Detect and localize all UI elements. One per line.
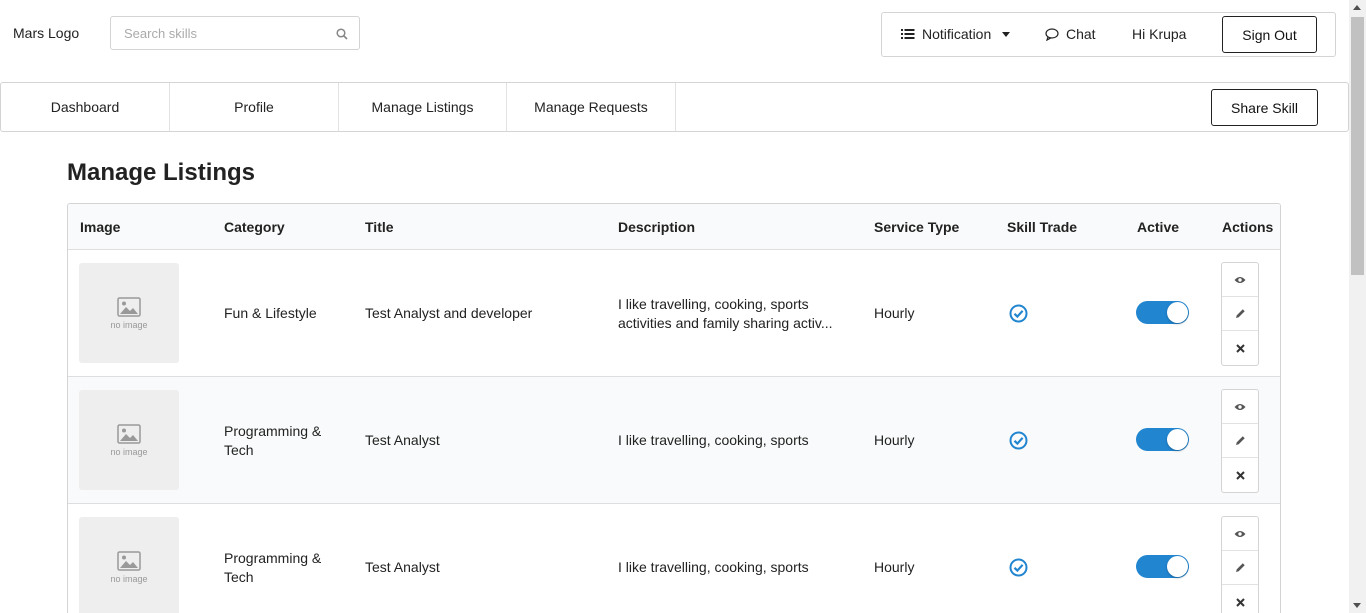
user-greeting[interactable]: Hi Krupa: [1132, 26, 1186, 42]
description-cell: I like travelling, cooking, sports: [618, 432, 809, 448]
service-type-cell: Hourly: [874, 559, 915, 575]
notification-dropdown[interactable]: Notification: [901, 26, 1011, 42]
column-header-description: Description: [618, 219, 696, 235]
category-cell: Programming & Tech: [224, 550, 322, 585]
column-header-category: Category: [224, 219, 285, 235]
eye-icon: [1234, 276, 1246, 283]
close-icon: [1235, 343, 1245, 353]
delete-button[interactable]: [1222, 458, 1258, 492]
top-menu: Notification Chat Hi Krupa Sign Out: [881, 12, 1336, 57]
logo[interactable]: Mars Logo: [13, 25, 79, 41]
share-skill-button[interactable]: Share Skill: [1211, 89, 1318, 126]
scroll-up-arrow[interactable]: [1353, 5, 1361, 10]
active-toggle[interactable]: [1136, 428, 1189, 451]
check-circle-icon: [1009, 304, 1028, 323]
service-type-cell: Hourly: [874, 432, 915, 448]
description-cell: I like travelling, cooking, sports: [618, 559, 809, 575]
listing-image: no image: [79, 517, 179, 613]
tab-manage-requests[interactable]: Manage Requests: [507, 83, 676, 131]
column-header-service-type: Service Type: [874, 219, 960, 235]
column-header-title: Title: [365, 219, 394, 235]
eye-icon: [1234, 403, 1246, 410]
table-row: no image Programming & Tech Test Analyst…: [68, 504, 1280, 613]
column-header-image: Image: [80, 219, 121, 235]
action-buttons: [1221, 389, 1259, 493]
no-image-text: no image: [110, 573, 148, 584]
toggle-knob: [1167, 302, 1188, 323]
edit-button[interactable]: [1222, 297, 1258, 331]
pencil-icon: [1235, 563, 1245, 572]
view-button[interactable]: [1222, 390, 1258, 424]
title-cell: Test Analyst: [365, 559, 440, 575]
page-title: Manage Listings: [67, 159, 256, 186]
column-header-skill-trade: Skill Trade: [1007, 219, 1078, 235]
search-icon[interactable]: [336, 28, 348, 40]
toggle-knob: [1167, 429, 1188, 450]
column-header-active: Active: [1137, 219, 1180, 235]
pencil-icon: [1235, 436, 1245, 445]
pencil-icon: [1235, 309, 1245, 318]
check-circle-icon: [1009, 558, 1028, 577]
column-header-actions: Actions: [1222, 219, 1274, 235]
search-box: [110, 16, 360, 50]
check-circle-icon: [1009, 431, 1028, 450]
action-buttons: [1221, 262, 1259, 366]
active-toggle[interactable]: [1136, 301, 1189, 324]
service-type-cell: Hourly: [874, 305, 915, 321]
close-icon: [1235, 597, 1245, 607]
image-icon: [117, 296, 141, 317]
caret-down-icon: [1002, 31, 1011, 37]
table-header: Image Category Title Description Service…: [68, 204, 1280, 250]
edit-button[interactable]: [1222, 424, 1258, 458]
chat-label: Chat: [1066, 26, 1096, 42]
listings-table: Image Category Title Description Service…: [67, 203, 1281, 613]
toggle-knob: [1167, 556, 1188, 577]
scrollbar-thumb[interactable]: [1351, 17, 1364, 275]
title-cell: Test Analyst: [365, 432, 440, 448]
no-image-text: no image: [110, 446, 148, 457]
page: Mars Logo Notification Chat: [0, 0, 1366, 613]
table-row: no image Fun & Lifestyle Test Analyst an…: [68, 250, 1280, 377]
no-image-text: no image: [110, 319, 148, 330]
search-input[interactable]: [111, 17, 321, 49]
delete-button[interactable]: [1222, 585, 1258, 613]
notification-label: Notification: [922, 26, 992, 42]
main-nav: Dashboard Profile Manage Listings Manage…: [0, 82, 1349, 132]
category-cell: Fun & Lifestyle: [224, 305, 317, 321]
view-button[interactable]: [1222, 263, 1258, 297]
tab-dashboard[interactable]: Dashboard: [1, 83, 170, 131]
eye-icon: [1234, 530, 1246, 537]
scroll-down-arrow[interactable]: [1353, 603, 1361, 608]
vertical-scrollbar[interactable]: [1349, 0, 1366, 613]
tab-profile[interactable]: Profile: [170, 83, 339, 131]
sign-out-button[interactable]: Sign Out: [1222, 16, 1317, 53]
view-button[interactable]: [1222, 517, 1258, 551]
list-icon: [901, 29, 915, 39]
active-toggle[interactable]: [1136, 555, 1189, 578]
chat-link[interactable]: Chat: [1045, 26, 1096, 42]
description-cell: I like travelling, cooking, sports activ…: [618, 296, 833, 331]
tab-manage-listings[interactable]: Manage Listings: [339, 83, 507, 131]
action-buttons: [1221, 516, 1259, 613]
image-icon: [117, 550, 141, 571]
table-row: no image Programming & Tech Test Analyst…: [68, 377, 1280, 504]
listing-image: no image: [79, 390, 179, 490]
edit-button[interactable]: [1222, 551, 1258, 585]
chat-bubble-icon: [1045, 27, 1059, 41]
delete-button[interactable]: [1222, 331, 1258, 365]
title-cell: Test Analyst and developer: [365, 305, 533, 321]
image-icon: [117, 423, 141, 444]
listing-image: no image: [79, 263, 179, 363]
category-cell: Programming & Tech: [224, 423, 322, 458]
close-icon: [1235, 470, 1245, 480]
